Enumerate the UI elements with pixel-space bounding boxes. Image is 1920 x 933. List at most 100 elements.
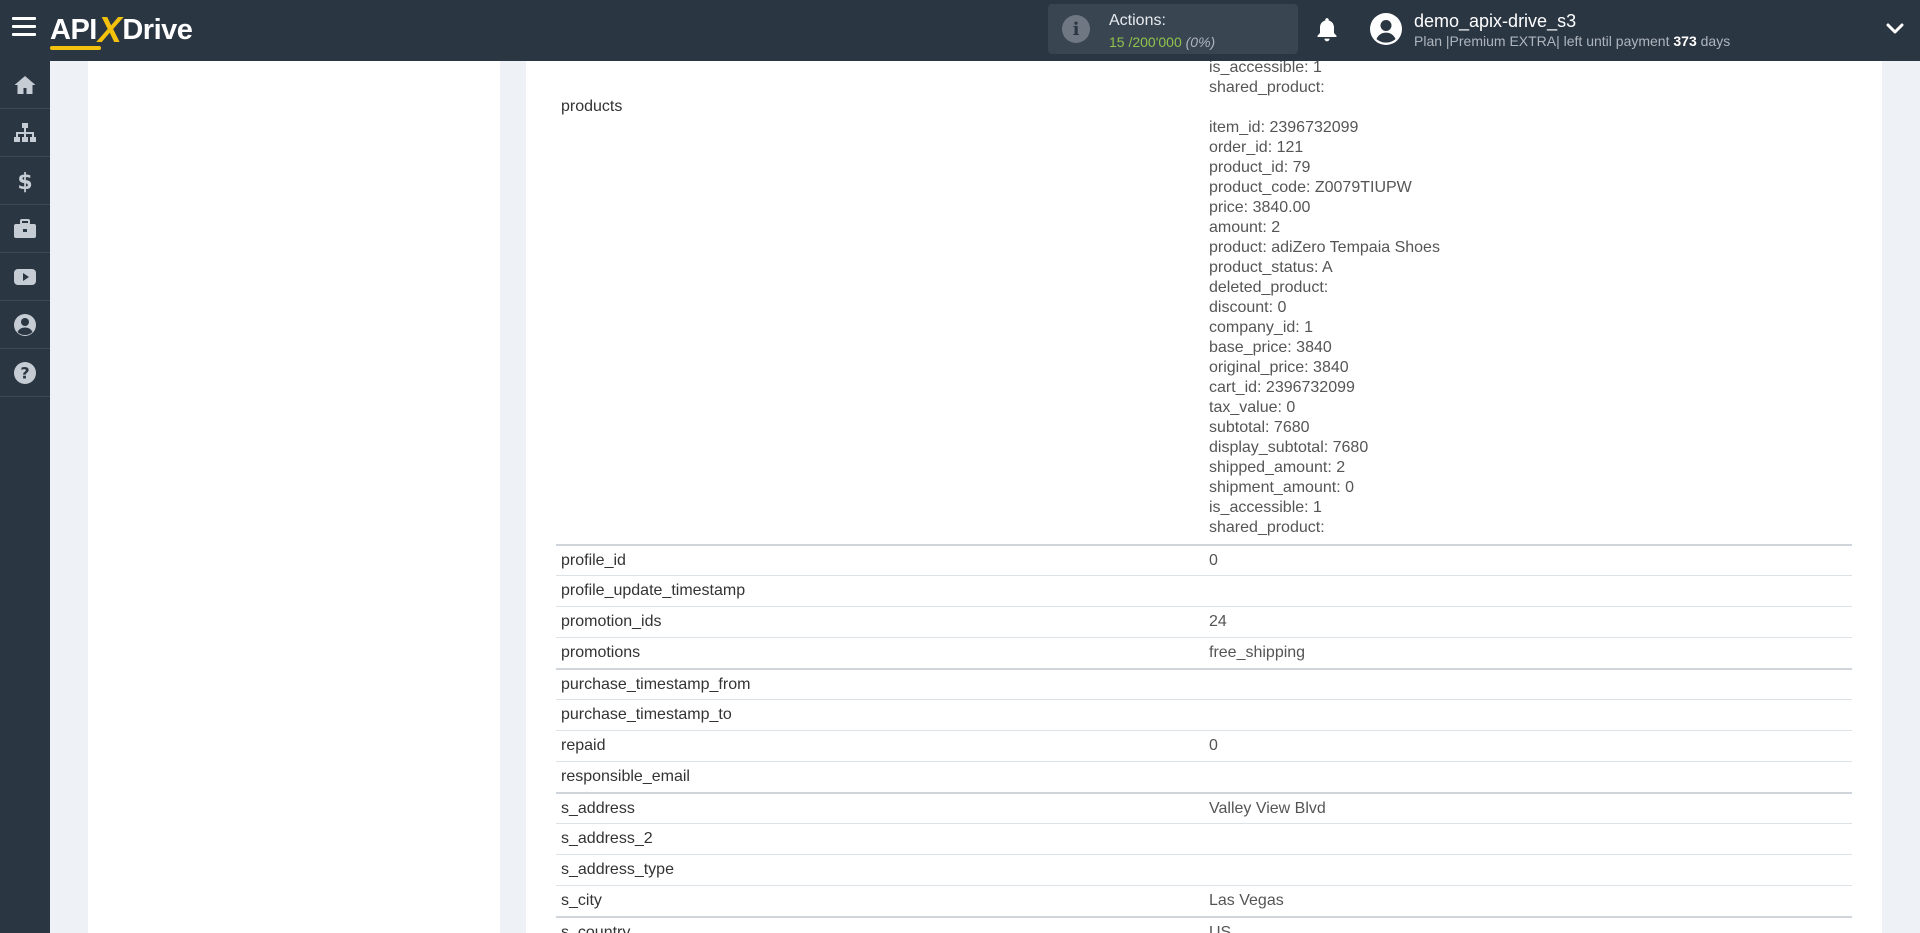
field-value: 0	[1209, 552, 1218, 569]
table-row: responsible_email	[556, 761, 1852, 792]
briefcase-icon	[14, 218, 36, 238]
field-key: promotions	[561, 644, 641, 661]
table-row: s_country US	[556, 916, 1852, 933]
product-field-line: tax_value: 0	[1209, 399, 1296, 416]
field-key: repaid	[561, 737, 606, 754]
product-field-line: discount: 0	[1209, 299, 1287, 316]
product-field-line: shipment_amount: 0	[1209, 479, 1354, 496]
table-row: s_address Valley View Blvd	[556, 792, 1852, 823]
field-key: profile_update_timestamp	[561, 582, 746, 599]
sidebar-item-billing[interactable]: $	[0, 157, 50, 205]
table-row: promotion_ids 24	[556, 606, 1852, 637]
product-field-line	[1209, 98, 1440, 118]
table-row: repaid 0	[556, 730, 1852, 761]
logo-part-x: X	[97, 9, 122, 50]
sitemap-icon	[14, 122, 36, 142]
products-key: products	[561, 98, 623, 115]
logo-part-drive: Drive	[122, 13, 193, 46]
product-field-line: product_status: A	[1209, 259, 1333, 276]
product-field-line: shared_product:	[1209, 519, 1325, 536]
actions-percent: (0%)	[1185, 34, 1216, 50]
user-circle-icon	[14, 313, 36, 336]
sidebar-item-profile[interactable]	[0, 301, 50, 349]
avatar[interactable]	[1370, 13, 1402, 45]
product-field-line: original_price: 3840	[1209, 359, 1349, 376]
table-row: purchase_timestamp_from	[556, 668, 1852, 699]
dollar-icon: $	[17, 170, 32, 193]
product-field-line: shipped_amount: 2	[1209, 459, 1346, 476]
product-field-line: deleted_product:	[1209, 279, 1329, 296]
field-value: free_shipping	[1209, 644, 1306, 661]
top-bar: API X Drive i Actions: 15 /200'000 (0%) de…	[0, 0, 1920, 61]
product-field-line: amount: 2	[1209, 219, 1281, 236]
sidebar-item-connections[interactable]	[0, 109, 50, 157]
plan-days-count: 373	[1673, 33, 1697, 49]
table-row: profile_id 0	[556, 544, 1852, 575]
field-value: Valley View Blvd	[1209, 800, 1326, 817]
table-row: promotions free_shipping	[556, 637, 1852, 668]
sidebar-item-services[interactable]	[0, 205, 50, 253]
table-row: s_city Las Vegas	[556, 885, 1852, 916]
field-value: 0	[1209, 737, 1218, 754]
table-row: purchase_timestamp_to	[556, 699, 1852, 730]
data-panel[interactable]: products is_accessible: 1 shared_product:…	[526, 61, 1882, 933]
sidebar-item-videos[interactable]	[0, 253, 50, 301]
actions-counter[interactable]: i Actions: 15 /200'000 (0%)	[1048, 4, 1298, 54]
product-field-line: product: adiZero Tempaia Shoes	[1209, 239, 1440, 256]
apix-drive-logo[interactable]: API X Drive	[50, 9, 193, 50]
sidebar-item-home[interactable]	[0, 61, 50, 109]
info-icon: i	[1062, 15, 1090, 43]
svg-text:?: ?	[20, 363, 29, 382]
field-key: profile_id	[561, 552, 626, 569]
field-key: purchase_timestamp_to	[561, 706, 732, 723]
actions-label: Actions:	[1109, 12, 1166, 29]
field-key: promotion_ids	[561, 613, 662, 630]
product-field-line: order_id: 121	[1209, 139, 1304, 156]
product-field-line: product_code: Z0079TIUPW	[1209, 179, 1412, 196]
product-field-line: price: 3840.00	[1209, 199, 1311, 216]
actions-count: 15 /200'000 (0%)	[1109, 34, 1215, 50]
field-key: s_address_2	[561, 830, 653, 847]
svg-text:$: $	[17, 170, 32, 193]
hamburger-menu-icon[interactable]	[12, 17, 36, 39]
youtube-icon	[14, 268, 36, 285]
table-row: profile_update_timestamp	[556, 575, 1852, 606]
field-key: s_country	[561, 924, 631, 933]
field-key: s_address	[561, 800, 635, 817]
product-field-line: item_id: 2396732099	[1209, 119, 1359, 136]
logo-part-api: API	[50, 13, 101, 50]
left-panel	[88, 61, 500, 933]
table-row: s_address_type	[556, 854, 1852, 885]
plan-text: Plan |Premium EXTRA| left until payment	[1414, 33, 1670, 49]
products-value: is_accessible: 1 shared_product: item_id: …	[1209, 61, 1440, 538]
username[interactable]: demo_apix-drive_s3	[1414, 11, 1576, 32]
product-field-line: cart_id: 2396732099	[1209, 379, 1355, 396]
product-field-line: product_id: 79	[1209, 159, 1311, 176]
plan-days-label: days	[1700, 33, 1731, 49]
field-value: Las Vegas	[1209, 892, 1284, 909]
field-value: US	[1209, 924, 1232, 933]
fields-table: profile_id 0 profile_update_timestamppromo…	[556, 544, 1852, 933]
actions-used: 15	[1109, 34, 1125, 50]
sidebar-item-help[interactable]: ?	[0, 349, 50, 397]
table-row: s_address_2	[556, 823, 1852, 854]
field-value: 24	[1209, 613, 1227, 630]
product-field-line: is_accessible: 1	[1209, 499, 1322, 516]
question-icon: ?	[14, 361, 36, 384]
product-field-line: shared_product:	[1209, 79, 1325, 96]
actions-limit: 200'000	[1132, 34, 1182, 50]
product-field-line: base_price: 3840	[1209, 339, 1332, 356]
plan-info: Plan |Premium EXTRA| left until payment …	[1414, 33, 1730, 49]
product-field-line: subtotal: 7680	[1209, 419, 1310, 436]
field-key: responsible_email	[561, 768, 690, 785]
bell-icon[interactable]	[1314, 16, 1340, 44]
field-key: purchase_timestamp_from	[561, 676, 751, 693]
product-field-line: company_id: 1	[1209, 319, 1314, 336]
field-key: s_city	[561, 892, 602, 909]
sidebar: $ ?	[0, 61, 50, 933]
field-key: s_address_type	[561, 861, 674, 878]
home-icon	[14, 75, 36, 94]
product-field-line: is_accessible: 1	[1209, 61, 1322, 76]
product-field-line: display_subtotal: 7680	[1209, 439, 1369, 456]
chevron-down-icon[interactable]	[1886, 22, 1904, 36]
